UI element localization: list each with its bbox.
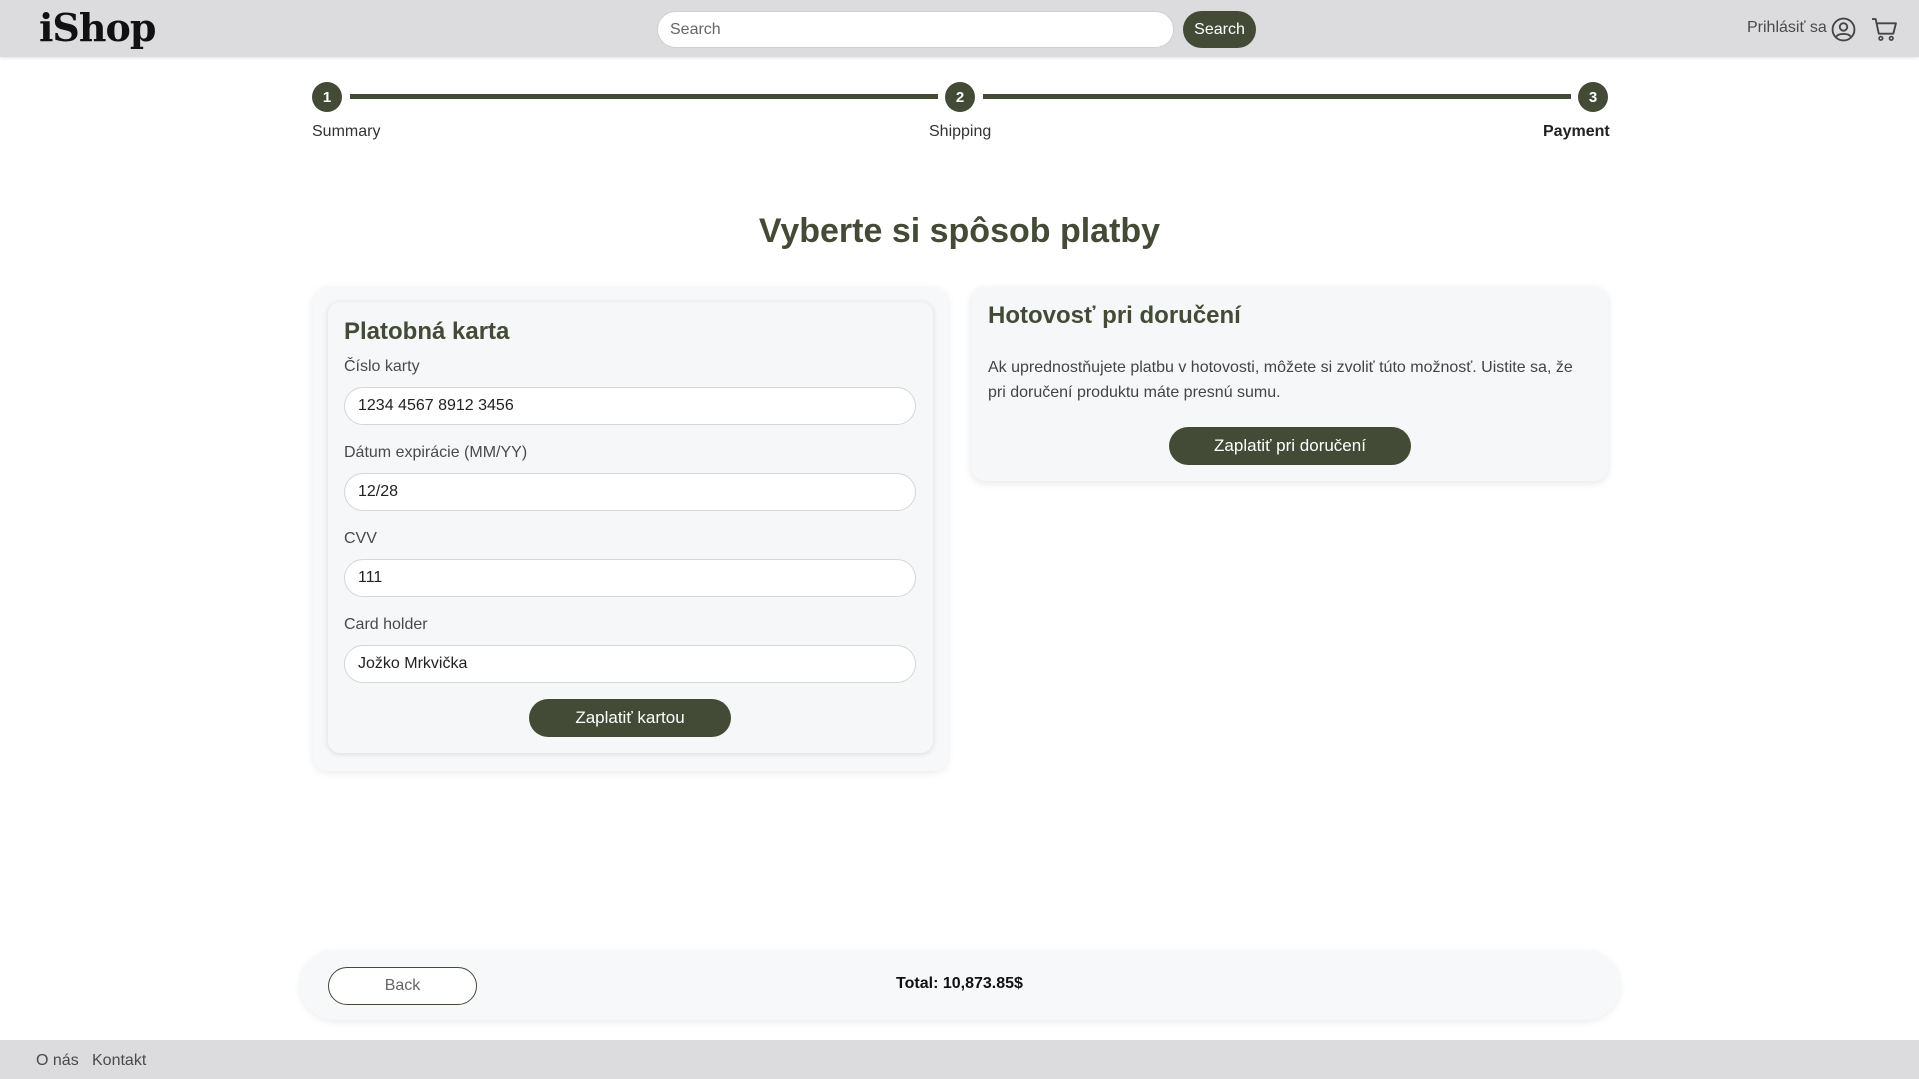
step-1-circle[interactable]: 1 [312,82,342,112]
card-holder-input[interactable] [344,645,916,683]
search-button[interactable]: Search [1183,11,1256,48]
shopping-cart-icon[interactable] [1871,17,1898,42]
cash-payment-description: Ak uprednostňujete platbu v hotovosti, m… [988,359,1573,401]
cash-payment-title: Hotovosť pri doručení [988,302,1241,329]
card-holder-label: Card holder [344,616,428,633]
card-number-label: Číslo karty [344,358,420,375]
page-title: Vyberte si spôsob platby [758,212,1161,250]
login-link[interactable]: Prihlásiť sa [1747,19,1827,37]
step-3-label: Payment [1543,123,1610,140]
footer-link-contact[interactable]: Kontakt [92,1052,146,1070]
footer [0,1040,1919,1079]
expiry-date-label: Dátum expirácie (MM/YY) [344,444,528,461]
step-connector-2-3 [983,94,1571,99]
pay-on-delivery-button[interactable]: Zaplatiť pri doručení [1169,427,1411,465]
footer-link-about[interactable]: O nás [36,1052,79,1070]
shop-logo[interactable]: iShop [39,3,156,53]
order-total: Total: 10,873.85$ [896,975,1023,992]
cvv-label: CVV [344,530,377,547]
card-payment-title: Platobná karta [344,318,510,345]
pay-by-card-button[interactable]: Zaplatiť kartou [529,699,731,737]
card-number-input[interactable] [344,387,916,425]
step-3-circle[interactable]: 3 [1578,82,1608,112]
user-account-icon[interactable] [1831,17,1856,42]
step-2-label: Shipping [929,123,992,140]
cvv-input[interactable] [344,559,916,597]
search-input[interactable] [657,11,1174,48]
step-2-circle[interactable]: 2 [945,82,975,112]
top-navigation-bar: iShop Search Prihlásiť sa [0,0,1919,57]
step-connector-1-2 [350,94,938,99]
expiry-date-input[interactable] [344,473,916,511]
step-1-label: Summary [312,123,381,140]
